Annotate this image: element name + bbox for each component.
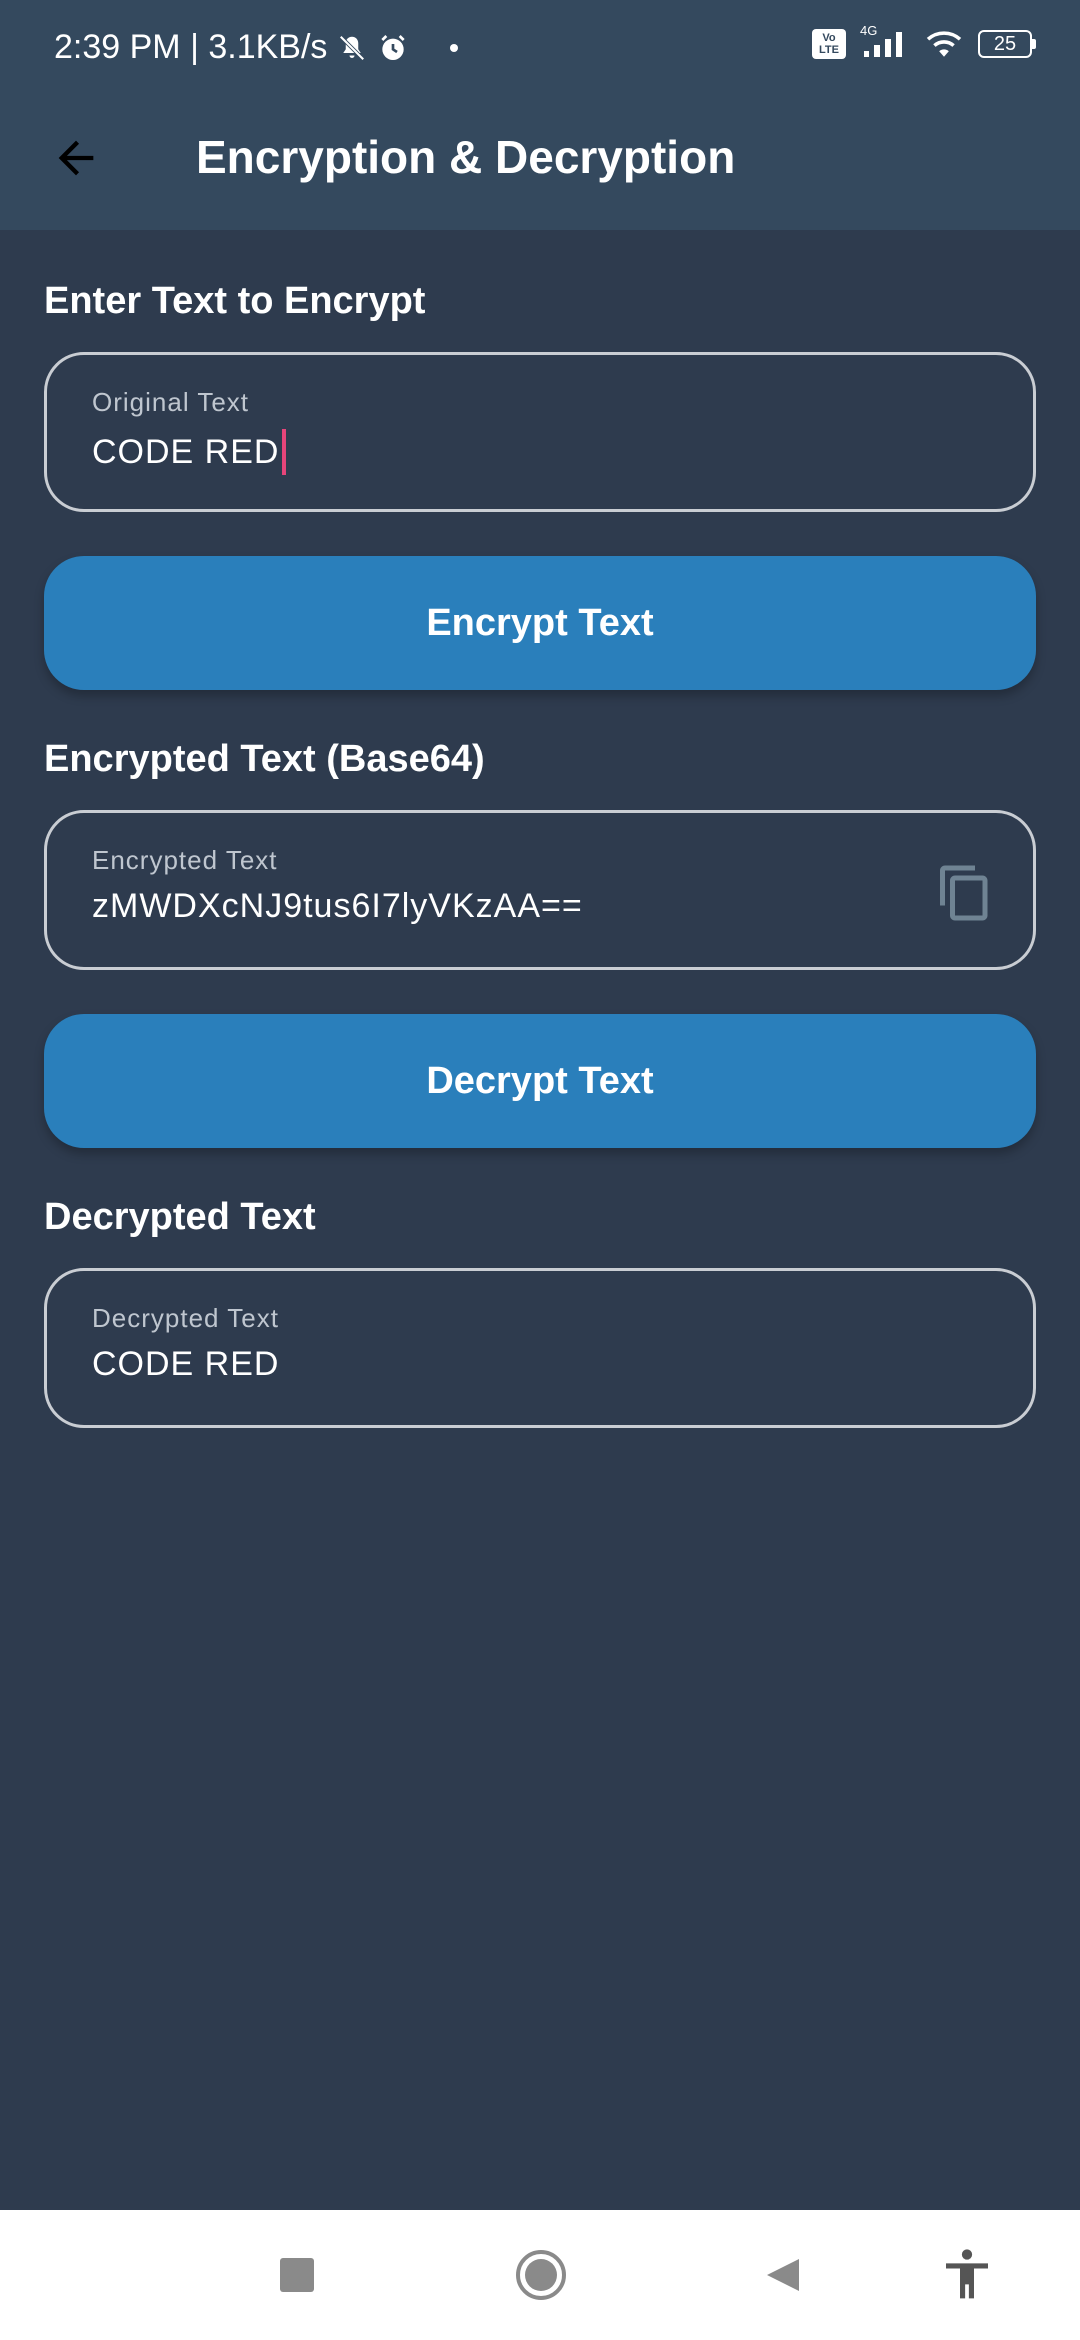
encrypted-text-field[interactable]: Encrypted Text zMWDXcNJ9tus6I7lyVKzAA== (44, 810, 1036, 970)
app-bar: Encryption & Decryption (0, 96, 1080, 230)
home-button[interactable] (506, 2240, 576, 2310)
status-right: Vo LTE 4G 25 (812, 23, 1036, 60)
encrypted-text-value: zMWDXcNJ9tus6I7lyVKzAA== (92, 887, 583, 925)
encrypt-heading: Enter Text to Encrypt (44, 280, 426, 322)
encrypt-button-label: Encrypt Text (426, 601, 654, 644)
original-text-value-wrap: CODE RED (92, 429, 287, 475)
arrow-left-icon (50, 132, 102, 184)
volte-badge: Vo LTE (812, 29, 846, 59)
signal-icon: 4G (860, 23, 910, 59)
accessibility-button[interactable] (932, 2240, 1002, 2310)
decrypted-text-field[interactable]: Decrypted Text CODE RED (44, 1268, 1036, 1428)
system-nav-bar (0, 2210, 1080, 2340)
encrypted-text-label: Encrypted Text (92, 845, 278, 875)
page-title: Encryption & Decryption (196, 131, 736, 183)
original-text-label: Original Text (92, 387, 250, 417)
decrypt-button[interactable]: Decrypt Text (44, 1014, 1036, 1148)
main-content: Enter Text to Encrypt Original Text CODE… (44, 230, 1036, 1428)
original-text-field[interactable]: Original Text CODE RED (44, 352, 1036, 512)
back-button[interactable] (40, 122, 112, 194)
alarm-clock-icon (377, 32, 409, 64)
decrypted-heading: Decrypted Text (44, 1196, 316, 1238)
triangle-back-icon (763, 2255, 803, 2295)
wifi-icon (924, 28, 964, 60)
copy-button[interactable] (935, 861, 995, 925)
encrypted-heading: Encrypted Text (Base64) (44, 738, 485, 780)
text-cursor (282, 429, 287, 475)
square-icon (280, 2258, 314, 2292)
bell-off-icon (337, 33, 367, 63)
nav-back-button[interactable] (748, 2240, 818, 2310)
accessibility-icon (939, 2245, 995, 2305)
network-type: 4G (860, 23, 878, 38)
circle-icon (514, 2248, 568, 2302)
notification-dot-icon (449, 43, 459, 53)
encrypt-button[interactable]: Encrypt Text (44, 556, 1036, 690)
decrypt-button-label: Decrypt Text (426, 1059, 654, 1102)
decrypted-text-label: Decrypted Text (92, 1303, 279, 1333)
status-left: 2:39 PM | 3.1KB/s (54, 28, 459, 67)
copy-icon (935, 862, 995, 924)
original-text-value: CODE RED (92, 432, 280, 471)
status-bar: 2:39 PM | 3.1KB/s Vo LTE 4G 25 (0, 0, 1080, 96)
recent-apps-button[interactable] (262, 2240, 332, 2310)
decrypted-text-value: CODE RED (92, 1345, 280, 1383)
battery-level: 25 (993, 32, 1017, 55)
battery-indicator: 25 (978, 30, 1036, 58)
status-time-speed: 2:39 PM | 3.1KB/s (54, 28, 328, 66)
